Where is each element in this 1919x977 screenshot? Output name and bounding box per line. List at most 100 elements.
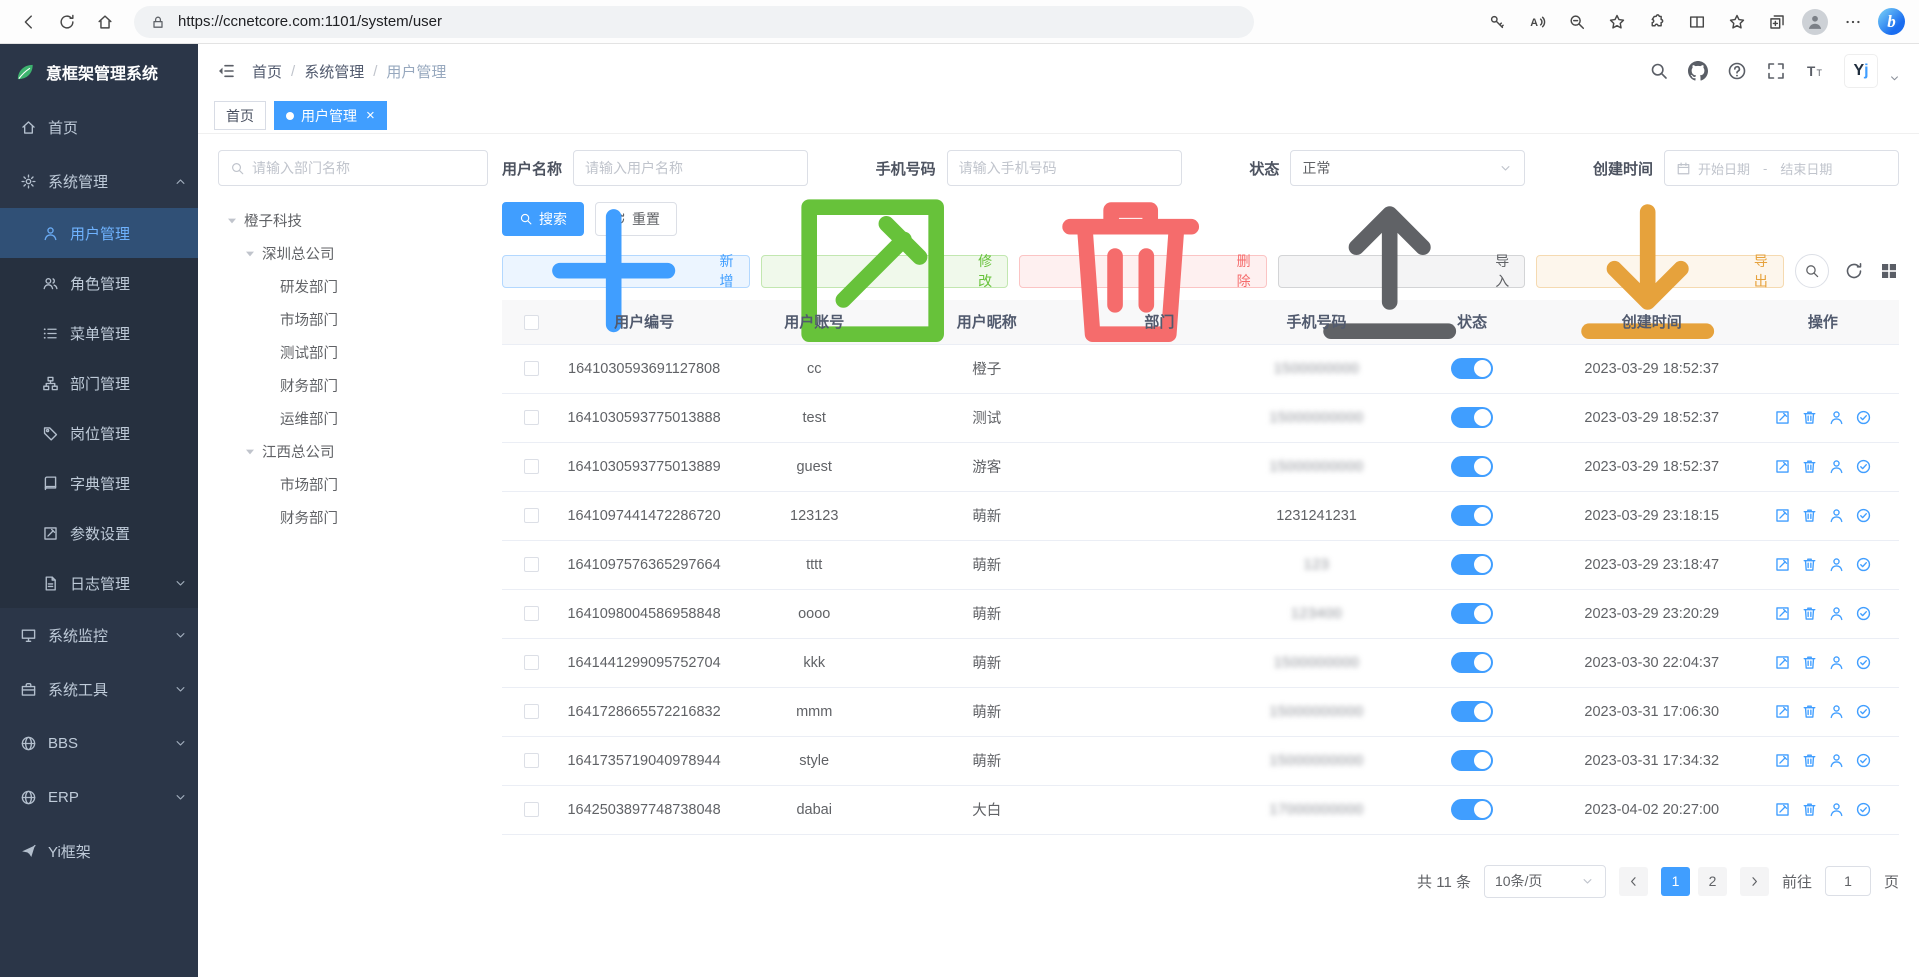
row-checkbox[interactable] bbox=[524, 753, 539, 768]
page-button-2[interactable]: 2 bbox=[1698, 867, 1727, 896]
sidebar-item-sys-tools[interactable]: 系统工具 bbox=[0, 662, 198, 716]
refresh-icon[interactable] bbox=[52, 7, 82, 37]
status-toggle[interactable] bbox=[1451, 603, 1493, 624]
sidebar-item-sys-monitor[interactable]: 系统监控 bbox=[0, 608, 198, 662]
tree-node[interactable]: 财务部门 bbox=[218, 501, 488, 534]
split-screen-icon[interactable] bbox=[1682, 7, 1712, 37]
goto-page-input[interactable] bbox=[1825, 866, 1871, 896]
assign-role-icon[interactable] bbox=[1855, 458, 1872, 475]
reset-password-icon[interactable] bbox=[1828, 605, 1845, 622]
favorites-icon[interactable] bbox=[1722, 7, 1752, 37]
tree-node[interactable]: 江西总公司 bbox=[218, 435, 488, 468]
header-search-icon[interactable] bbox=[1649, 61, 1669, 81]
edit-icon[interactable] bbox=[1774, 801, 1791, 818]
assign-role-icon[interactable] bbox=[1855, 801, 1872, 818]
row-checkbox[interactable] bbox=[524, 361, 539, 376]
add-button[interactable]: 新增 bbox=[502, 255, 750, 288]
browser-home-icon[interactable] bbox=[90, 7, 120, 37]
bing-icon[interactable]: b bbox=[1878, 8, 1905, 35]
help-icon[interactable] bbox=[1727, 61, 1747, 81]
delete-button[interactable]: 删除 bbox=[1019, 255, 1267, 288]
status-toggle[interactable] bbox=[1451, 407, 1493, 428]
font-size-icon[interactable]: TT bbox=[1805, 61, 1825, 81]
reset-password-icon[interactable] bbox=[1828, 458, 1845, 475]
sidebar-item-param-settings[interactable]: 参数设置 bbox=[0, 508, 198, 558]
edit-icon[interactable] bbox=[1774, 703, 1791, 720]
reset-password-icon[interactable] bbox=[1828, 752, 1845, 769]
row-checkbox[interactable] bbox=[524, 802, 539, 817]
column-grid-icon[interactable] bbox=[1879, 261, 1899, 281]
toggle-search-icon[interactable] bbox=[1795, 254, 1829, 288]
row-checkbox[interactable] bbox=[524, 459, 539, 474]
delete-icon[interactable] bbox=[1801, 556, 1818, 573]
sidebar-item-yi-framework[interactable]: Yi框架 bbox=[0, 824, 198, 878]
reset-password-icon[interactable] bbox=[1828, 801, 1845, 818]
modify-button[interactable]: 修改 bbox=[761, 255, 1009, 288]
row-checkbox[interactable] bbox=[524, 557, 539, 572]
delete-icon[interactable] bbox=[1801, 654, 1818, 671]
refresh-table-icon[interactable] bbox=[1844, 261, 1864, 281]
assign-role-icon[interactable] bbox=[1855, 556, 1872, 573]
tree-node[interactable]: 市场部门 bbox=[218, 303, 488, 336]
tab-close-icon[interactable]: × bbox=[366, 108, 375, 123]
breadcrumb-system[interactable]: 系统管理 bbox=[304, 61, 364, 82]
reset-password-icon[interactable] bbox=[1828, 507, 1845, 524]
row-checkbox[interactable] bbox=[524, 606, 539, 621]
delete-icon[interactable] bbox=[1801, 507, 1818, 524]
sidebar-item-bbs[interactable]: BBS bbox=[0, 716, 198, 770]
delete-icon[interactable] bbox=[1801, 801, 1818, 818]
dept-search-input[interactable] bbox=[252, 160, 476, 176]
assign-role-icon[interactable] bbox=[1855, 605, 1872, 622]
browser-menu-icon[interactable] bbox=[1838, 7, 1868, 37]
edit-icon[interactable] bbox=[1774, 556, 1791, 573]
status-toggle[interactable] bbox=[1451, 750, 1493, 771]
github-icon[interactable] bbox=[1688, 61, 1708, 81]
prev-page-button[interactable] bbox=[1619, 867, 1648, 896]
page-button-1[interactable]: 1 bbox=[1661, 867, 1690, 896]
tab-user-mgmt[interactable]: 用户管理 × bbox=[274, 101, 387, 130]
tree-node[interactable]: 运维部门 bbox=[218, 402, 488, 435]
sidebar-item-dept-mgmt[interactable]: 部门管理 bbox=[0, 358, 198, 408]
menu-fold-icon[interactable] bbox=[216, 61, 236, 81]
extensions-icon[interactable] bbox=[1642, 7, 1672, 37]
tree-node[interactable]: 财务部门 bbox=[218, 369, 488, 402]
reset-password-icon[interactable] bbox=[1828, 556, 1845, 573]
address-bar[interactable]: https://ccnetcore.com:1101/system/user bbox=[134, 6, 1254, 38]
sidebar-item-system-mgmt[interactable]: 系统管理 bbox=[0, 154, 198, 208]
next-page-button[interactable] bbox=[1740, 867, 1769, 896]
edit-icon[interactable] bbox=[1774, 458, 1791, 475]
sidebar-item-dict-mgmt[interactable]: 字典管理 bbox=[0, 458, 198, 508]
reset-password-icon[interactable] bbox=[1828, 703, 1845, 720]
status-toggle[interactable] bbox=[1451, 799, 1493, 820]
user-avatar[interactable]: Yj bbox=[1844, 54, 1878, 88]
password-key-icon[interactable] bbox=[1482, 7, 1512, 37]
tree-node[interactable]: 测试部门 bbox=[218, 336, 488, 369]
add-favorite-icon[interactable] bbox=[1602, 7, 1632, 37]
back-icon[interactable] bbox=[14, 7, 44, 37]
reset-password-icon[interactable] bbox=[1828, 409, 1845, 426]
edit-icon[interactable] bbox=[1774, 507, 1791, 524]
delete-icon[interactable] bbox=[1801, 458, 1818, 475]
sidebar-item-user-mgmt[interactable]: 用户管理 bbox=[0, 208, 198, 258]
row-checkbox[interactable] bbox=[524, 410, 539, 425]
edit-icon[interactable] bbox=[1774, 409, 1791, 426]
fullscreen-icon[interactable] bbox=[1766, 61, 1786, 81]
sidebar-item-post-mgmt[interactable]: 岗位管理 bbox=[0, 408, 198, 458]
sidebar-item-menu-mgmt[interactable]: 菜单管理 bbox=[0, 308, 198, 358]
delete-icon[interactable] bbox=[1801, 409, 1818, 426]
select-all-checkbox[interactable] bbox=[524, 315, 539, 330]
tree-node[interactable]: 市场部门 bbox=[218, 468, 488, 501]
delete-icon[interactable] bbox=[1801, 703, 1818, 720]
edit-icon[interactable] bbox=[1774, 654, 1791, 671]
tree-node[interactable]: 研发部门 bbox=[218, 270, 488, 303]
assign-role-icon[interactable] bbox=[1855, 409, 1872, 426]
zoom-icon[interactable] bbox=[1562, 7, 1592, 37]
user-menu-caret-icon[interactable] bbox=[1888, 72, 1901, 85]
tree-node[interactable]: 深圳总公司 bbox=[218, 237, 488, 270]
edit-icon[interactable] bbox=[1774, 605, 1791, 622]
sidebar-item-log-mgmt[interactable]: 日志管理 bbox=[0, 558, 198, 608]
tree-node[interactable]: 橙子科技 bbox=[218, 204, 488, 237]
sidebar-item-erp[interactable]: ERP bbox=[0, 770, 198, 824]
breadcrumb-home[interactable]: 首页 bbox=[252, 61, 282, 82]
row-checkbox[interactable] bbox=[524, 704, 539, 719]
